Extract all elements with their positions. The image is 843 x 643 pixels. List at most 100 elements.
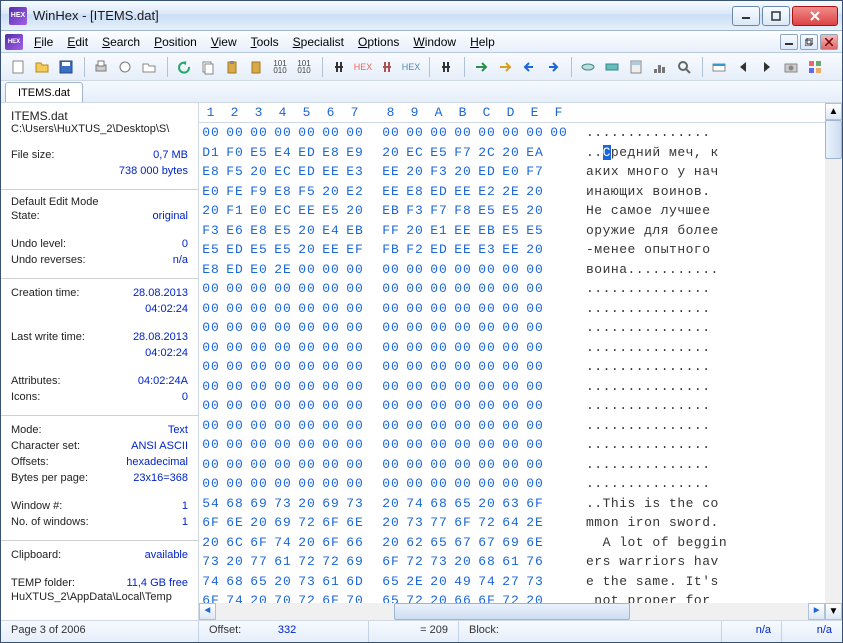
back-icon[interactable] xyxy=(518,56,540,78)
cut-icon[interactable] xyxy=(245,56,267,78)
properties-icon[interactable] xyxy=(114,56,136,78)
search-icon[interactable] xyxy=(673,56,695,78)
analyze-icon[interactable] xyxy=(649,56,671,78)
ascii-cell[interactable]: ............... xyxy=(574,476,764,491)
camera-icon[interactable] xyxy=(780,56,802,78)
ascii-cell[interactable]: ..This is the co xyxy=(574,496,764,511)
menu-window[interactable]: Window xyxy=(406,33,463,51)
forward-icon[interactable] xyxy=(542,56,564,78)
scroll-left-icon[interactable]: ◄ xyxy=(199,603,216,620)
print-icon[interactable] xyxy=(90,56,112,78)
ascii-cell[interactable]: ............... xyxy=(574,320,764,335)
menu-view[interactable]: View xyxy=(204,33,244,51)
hex-row[interactable]: D1F0E5E4EDE8E920ECE5F72C20EA..Средний ме… xyxy=(199,143,825,163)
find-text-icon[interactable] xyxy=(328,56,350,78)
copy-icon[interactable] xyxy=(197,56,219,78)
scroll-right-icon[interactable]: ► xyxy=(808,603,825,620)
minimize-button[interactable] xyxy=(732,6,760,26)
options-icon[interactable] xyxy=(708,56,730,78)
ascii-cell[interactable]: mmon iron sword. xyxy=(574,515,764,530)
ascii-cell[interactable]: ............... xyxy=(574,125,764,140)
find-again-icon[interactable] xyxy=(435,56,457,78)
goto-mark-icon[interactable] xyxy=(494,56,516,78)
ascii-cell[interactable]: аких много у нач xyxy=(574,164,764,179)
hex-row[interactable]: 546869732069732074686520636F..This is th… xyxy=(199,494,825,514)
ascii-hex-icon[interactable]: 101010 xyxy=(269,56,291,78)
disk-tools-icon[interactable] xyxy=(577,56,599,78)
save-icon[interactable] xyxy=(55,56,77,78)
find-hex-icon[interactable]: HEX xyxy=(352,56,374,78)
ascii-cell[interactable]: воина........... xyxy=(574,262,764,277)
menu-tools[interactable]: Tools xyxy=(244,33,286,51)
hex-row[interactable]: 0000000000000000000000000000............… xyxy=(199,299,825,319)
open-disk-icon[interactable] xyxy=(138,56,160,78)
ascii-cell[interactable]: -менее опытного xyxy=(574,242,764,257)
ascii-cell[interactable]: ............... xyxy=(574,301,764,316)
vertical-scrollbar[interactable]: ▲ ▼ xyxy=(825,103,842,620)
hex-row[interactable]: E5EDE5E520EEEFFBF2EDEEE3EE20-менее опытн… xyxy=(199,240,825,260)
ascii-cell[interactable]: Не самое лучшее xyxy=(574,203,764,218)
ascii-cell[interactable]: ..Средний меч, к xyxy=(574,145,764,160)
ascii-cell[interactable]: инающих воинов. xyxy=(574,184,764,199)
goto-offset-icon[interactable] xyxy=(470,56,492,78)
hex-row[interactable]: E8EDE02E00000000000000000000воина.......… xyxy=(199,260,825,280)
h-scroll-thumb[interactable] xyxy=(394,603,631,620)
menu-edit[interactable]: Edit xyxy=(60,33,95,51)
ascii-cell[interactable]: e the same. It's xyxy=(574,574,764,589)
mdi-minimize-button[interactable] xyxy=(780,34,798,50)
menu-options[interactable]: Options xyxy=(351,33,406,51)
mdi-restore-button[interactable] xyxy=(800,34,818,50)
ascii-cell[interactable]: ............... xyxy=(574,359,764,374)
new-file-icon[interactable] xyxy=(7,56,29,78)
ascii-cell[interactable]: ............... xyxy=(574,457,764,472)
replace-hex-icon[interactable]: HEX xyxy=(400,56,422,78)
hex-row[interactable]: 206C6F74206F662062656767696E A lot of be… xyxy=(199,533,825,553)
ascii-cell[interactable]: ............... xyxy=(574,437,764,452)
prev-icon[interactable] xyxy=(732,56,754,78)
hex-row[interactable]: 0000000000000000000000000000............… xyxy=(199,435,825,455)
menu-specialist[interactable]: Specialist xyxy=(286,33,351,51)
ascii-cell[interactable]: оружие для более xyxy=(574,223,764,238)
scroll-up-icon[interactable]: ▲ xyxy=(825,103,842,120)
hex-row[interactable]: 0000000000000000000000000000............… xyxy=(199,377,825,397)
maximize-button[interactable] xyxy=(762,6,790,26)
hex-view[interactable]: 123456789ABCDEF 000000000000000000000000… xyxy=(199,103,825,620)
hex-row[interactable]: 732077617272696F727320686176ers warriors… xyxy=(199,552,825,572)
hex-row[interactable]: 0000000000000000000000000000............… xyxy=(199,279,825,299)
scroll-down-icon[interactable]: ▼ xyxy=(825,603,842,620)
ascii-cell[interactable]: not proper for xyxy=(574,593,764,603)
menu-help[interactable]: Help xyxy=(463,33,502,51)
horizontal-scrollbar[interactable]: ◄ ► xyxy=(199,603,825,620)
hex-row[interactable]: 0000000000000000000000000000............… xyxy=(199,455,825,475)
undo-icon[interactable] xyxy=(173,56,195,78)
hex-row[interactable]: 0000000000000000000000000000............… xyxy=(199,416,825,436)
ascii-cell[interactable]: ers warriors hav xyxy=(574,554,764,569)
close-button[interactable] xyxy=(792,6,838,26)
calculator-icon[interactable] xyxy=(625,56,647,78)
ascii-cell[interactable]: ............... xyxy=(574,418,764,433)
mdi-close-button[interactable] xyxy=(820,34,838,50)
ascii-cell[interactable]: ............... xyxy=(574,340,764,355)
ascii-cell[interactable]: ............... xyxy=(574,281,764,296)
hex-row[interactable]: 7468652073616D652E2049742773e the same. … xyxy=(199,572,825,592)
hex-row[interactable]: 0000000000000000000000000000............… xyxy=(199,318,825,338)
hex-row[interactable]: 0000000000000000000000000000............… xyxy=(199,338,825,358)
next-icon[interactable] xyxy=(756,56,778,78)
hex-row[interactable]: 0000000000000000000000000000............… xyxy=(199,357,825,377)
open-folder-icon[interactable] xyxy=(31,56,53,78)
menu-position[interactable]: Position xyxy=(147,33,204,51)
menu-search[interactable]: Search xyxy=(95,33,147,51)
hex-row[interactable]: 0000000000000000000000000000............… xyxy=(199,396,825,416)
hex-row[interactable]: 0000000000000000000000000000............… xyxy=(199,474,825,494)
hex-row[interactable]: E8F520ECEDEEE3EE20F320EDE0F7аких много у… xyxy=(199,162,825,182)
tab-items-dat[interactable]: ITEMS.dat xyxy=(5,82,83,102)
hex-ascii-icon[interactable]: 101010 xyxy=(293,56,315,78)
hex-row[interactable]: 000000000000000000000000000000..........… xyxy=(199,123,825,143)
hex-row[interactable]: F3E6E8E520E4EBFF20E1EEEBE5E5оружие для б… xyxy=(199,221,825,241)
hex-row[interactable]: 6F742070726F70657220666F7220 not proper … xyxy=(199,591,825,603)
hex-row[interactable]: E0FEF9E8F520E2EEE8EDEEE22E20инающих воин… xyxy=(199,182,825,202)
ram-editor-icon[interactable] xyxy=(601,56,623,78)
replace-text-icon[interactable] xyxy=(376,56,398,78)
ascii-cell[interactable]: ............... xyxy=(574,398,764,413)
menu-file[interactable]: File xyxy=(27,33,60,51)
